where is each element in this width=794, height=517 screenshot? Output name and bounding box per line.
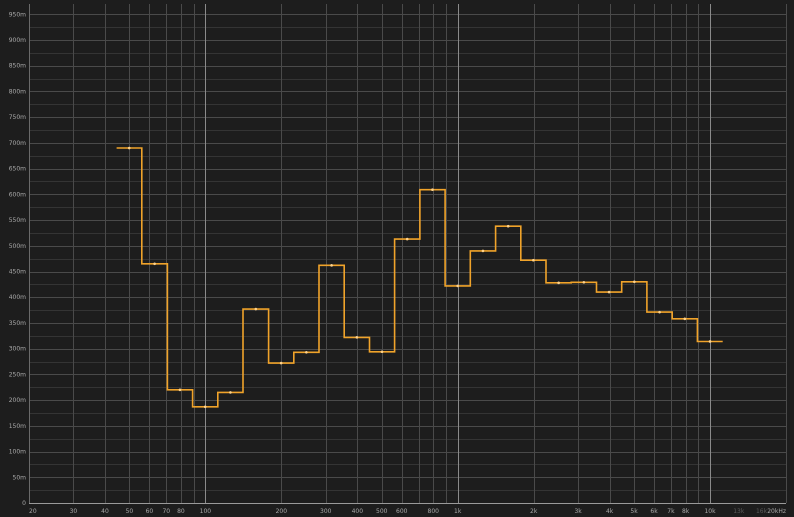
y-tick-label: 50m: [13, 474, 27, 481]
y-tick-label: 600m: [9, 191, 26, 198]
x-tick-label: 800: [428, 508, 440, 515]
frequency-response-chart: 0 50m 100m 150m 200m 250m 300m 350m 400m 450m 500m…: [0, 0, 794, 517]
band-point: [557, 281, 560, 285]
band-point: [658, 310, 661, 314]
y-tick-label: 950m: [9, 11, 26, 18]
band-point: [683, 317, 687, 321]
band-point: [506, 224, 510, 228]
y-tick-label: 200m: [9, 397, 26, 404]
band-point: [633, 280, 636, 284]
y-tick-label: 550m: [9, 217, 26, 224]
x-tick-label: 16k: [756, 508, 768, 515]
band-point: [203, 405, 207, 409]
x-tick-label: 40: [101, 508, 109, 515]
x-tick-label: 13k: [733, 508, 745, 515]
x-tick-label: 20kHz: [767, 508, 786, 515]
y-tick-label: 700m: [9, 140, 26, 147]
x-tick-label: 7k: [667, 508, 675, 515]
band-point: [607, 290, 611, 294]
band-point: [532, 258, 535, 262]
band-point: [279, 361, 283, 365]
x-tick-label: 10k: [704, 508, 716, 515]
band-point: [127, 146, 131, 150]
x-tick-label: 600: [396, 508, 408, 515]
x-tick-label: 60: [146, 508, 154, 515]
y-tick-label: 150m: [9, 423, 26, 430]
y-tick-label: 500m: [9, 243, 26, 250]
x-tick-label: 70: [162, 508, 170, 515]
band-point: [456, 284, 459, 288]
x-tick-label: 200: [276, 508, 288, 515]
chart-canvas: 0 50m 100m 150m 200m 250m 300m 350m 400m 450m 500m…: [0, 0, 794, 517]
y-tick-label: 450m: [9, 269, 26, 276]
x-tick-label: 20: [29, 508, 37, 515]
band-point: [582, 281, 586, 284]
band-point: [431, 188, 434, 192]
y-tick-label: 0: [22, 500, 26, 507]
x-tick-label: 6k: [650, 508, 658, 515]
band-point: [481, 249, 485, 253]
y-tick-label: 750m: [9, 114, 26, 121]
band-point: [355, 336, 359, 339]
x-tick-label: 100: [200, 508, 212, 515]
x-tick-label: 3k: [574, 508, 582, 515]
band-point: [153, 262, 156, 266]
band-point: [405, 237, 409, 241]
y-tick-label: 900m: [9, 37, 26, 44]
band-point: [254, 307, 258, 311]
x-tick-label: 4k: [606, 508, 614, 515]
y-tick-label: 850m: [9, 63, 26, 70]
x-tick-label: 1k: [454, 508, 462, 515]
x-tick-label: 30: [70, 508, 78, 515]
x-tick-label: 400: [352, 508, 364, 515]
x-tick-label: 500: [376, 508, 388, 515]
band-point: [330, 264, 333, 267]
x-tick-label: 8k: [682, 508, 690, 515]
band-point: [229, 391, 232, 394]
y-tick-label: 100m: [9, 449, 26, 456]
x-tick-label: 80: [177, 508, 185, 515]
y-tick-label: 400m: [9, 294, 26, 301]
band-point: [305, 350, 308, 354]
x-tick-label: 2k: [530, 508, 538, 515]
y-tick-label: 250m: [9, 371, 26, 378]
y-tick-label: 800m: [9, 88, 26, 95]
y-tick-label: 350m: [9, 320, 26, 327]
band-point: [380, 350, 384, 354]
x-tick-label: 50: [126, 508, 134, 515]
x-tick-label: 5k: [630, 508, 638, 515]
x-tick-label: 300: [320, 508, 332, 515]
band-point: [708, 340, 712, 343]
band-point: [178, 388, 182, 392]
y-tick-label: 300m: [9, 346, 26, 353]
y-tick-label: 650m: [9, 166, 26, 173]
